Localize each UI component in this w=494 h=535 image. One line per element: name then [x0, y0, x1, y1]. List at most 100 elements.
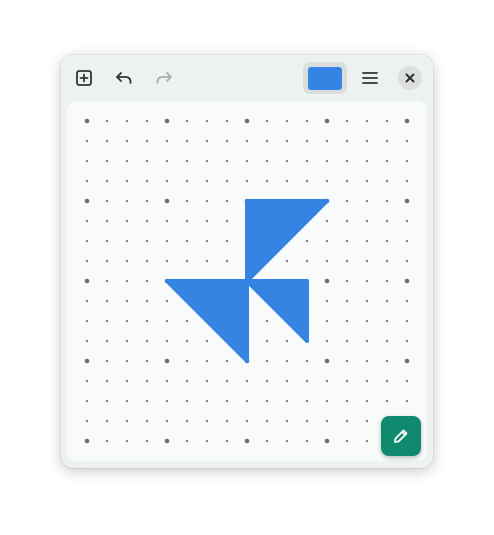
grid-dot-major [404, 198, 410, 204]
grid-dot [285, 139, 289, 143]
grid-dot [245, 159, 249, 163]
grid-dot [285, 259, 289, 263]
grid-dot-major [244, 118, 250, 124]
grid-dot [345, 239, 349, 243]
grid-dot [345, 219, 349, 223]
grid-dot [125, 439, 129, 443]
grid-dot [285, 359, 289, 363]
new-drawing-button[interactable] [69, 64, 99, 92]
grid-dot-major [244, 438, 250, 444]
grid-dot [85, 139, 89, 143]
drawn-triangle-3[interactable] [165, 279, 249, 363]
grid-dot [305, 239, 309, 243]
grid-dot [105, 399, 109, 403]
color-picker-button[interactable] [303, 62, 347, 94]
grid-dot-major [164, 358, 170, 364]
grid-dot [105, 139, 109, 143]
grid-dot [125, 279, 129, 283]
main-menu-button[interactable] [355, 64, 385, 92]
grid-dot [385, 359, 389, 363]
grid-dot [225, 179, 229, 183]
grid-dot [385, 259, 389, 263]
grid-dot [385, 139, 389, 143]
grid-dot [105, 339, 109, 343]
undo-button[interactable] [109, 64, 139, 92]
grid-dot [285, 339, 289, 343]
drawn-triangle-1[interactable] [245, 199, 329, 283]
grid-dot [105, 319, 109, 323]
grid-dot [345, 119, 349, 123]
grid-dot [205, 139, 209, 143]
grid-dot [225, 259, 229, 263]
redo-button[interactable] [149, 64, 179, 92]
grid-dot-major [164, 118, 170, 124]
drawing-surface[interactable] [67, 101, 427, 461]
grid-dot [365, 199, 369, 203]
grid-dot [305, 439, 309, 443]
grid-dot [405, 219, 409, 223]
grid-dot [265, 119, 269, 123]
grid-dot [265, 319, 269, 323]
grid-dot [365, 159, 369, 163]
grid-dot [145, 399, 149, 403]
grid-dot [265, 439, 269, 443]
grid-dot [125, 159, 129, 163]
grid-dot [325, 179, 329, 183]
grid-dot [145, 299, 149, 303]
grid-dot [285, 399, 289, 403]
drawing-canvas[interactable] [67, 101, 427, 461]
grid-dot [145, 339, 149, 343]
grid-dot-major [164, 198, 170, 204]
grid-dot [365, 319, 369, 323]
grid-dot [365, 419, 369, 423]
grid-dot [185, 339, 189, 343]
grid-dot [345, 199, 349, 203]
grid-dot [125, 319, 129, 323]
grid-dot-major [324, 438, 330, 444]
grid-dot [225, 159, 229, 163]
grid-dot [365, 239, 369, 243]
grid-dot [245, 419, 249, 423]
grid-dot [185, 239, 189, 243]
grid-dot [205, 379, 209, 383]
grid-dot [185, 219, 189, 223]
grid-dot [145, 359, 149, 363]
grid-dot [405, 379, 409, 383]
grid-dot [385, 119, 389, 123]
grid-dot [105, 159, 109, 163]
grid-dot [225, 239, 229, 243]
app-window [61, 55, 433, 468]
grid-dot [145, 179, 149, 183]
grid-dot [265, 339, 269, 343]
draw-mode-button[interactable] [381, 416, 421, 456]
grid-dot [85, 319, 89, 323]
grid-dot [165, 379, 169, 383]
drawn-triangle-2[interactable] [245, 279, 309, 343]
grid-dot [165, 399, 169, 403]
grid-dot [345, 339, 349, 343]
grid-dot [345, 159, 349, 163]
grid-dot [105, 179, 109, 183]
grid-dot [265, 139, 269, 143]
grid-dot [325, 399, 329, 403]
grid-dot [325, 159, 329, 163]
grid-dot [145, 219, 149, 223]
grid-dot [245, 399, 249, 403]
grid-dot [265, 399, 269, 403]
grid-dot-major [404, 358, 410, 364]
close-window-button[interactable] [398, 66, 422, 90]
grid-dot [225, 379, 229, 383]
grid-dot [285, 419, 289, 423]
grid-dot [325, 419, 329, 423]
grid-dot [325, 219, 329, 223]
grid-dot [185, 399, 189, 403]
grid-dot [265, 419, 269, 423]
grid-dot [205, 339, 209, 343]
grid-dot [225, 119, 229, 123]
grid-dot [165, 419, 169, 423]
grid-dot [325, 259, 329, 263]
grid-dot [365, 219, 369, 223]
grid-dot-major [84, 118, 90, 124]
close-x-icon [405, 73, 415, 83]
grid-dot [105, 419, 109, 423]
